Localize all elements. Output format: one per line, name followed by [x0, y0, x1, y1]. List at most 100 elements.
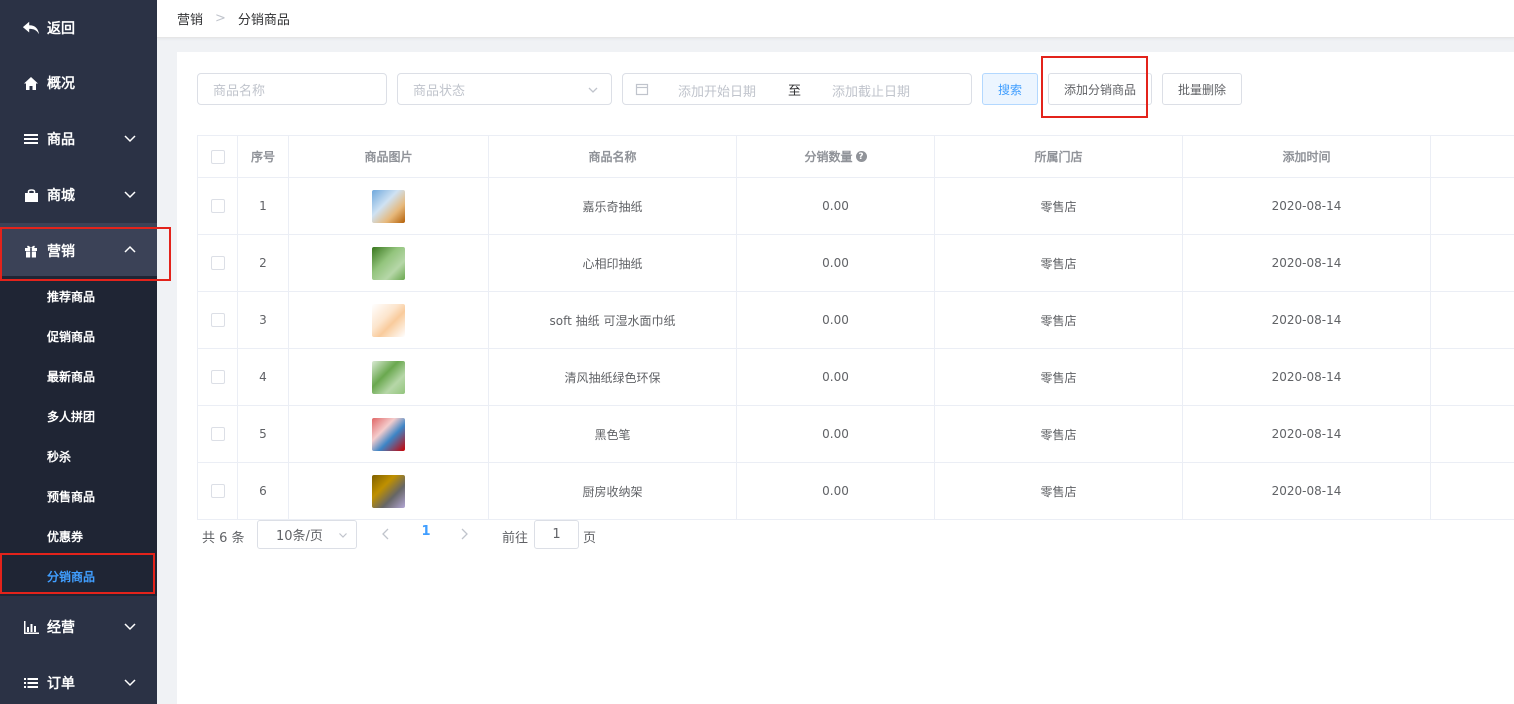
row-quantity: 0.00: [737, 178, 935, 234]
row-store: 零售店: [935, 463, 1183, 519]
header-image: 商品图片: [289, 136, 489, 177]
submenu-item-coupons[interactable]: 优惠券: [0, 516, 157, 556]
row-name: 心相印抽纸: [489, 235, 737, 291]
product-thumbnail[interactable]: [372, 303, 405, 337]
sidebar-item-products[interactable]: 商品: [0, 111, 157, 167]
row-name: 嘉乐奇抽纸: [489, 178, 737, 234]
end-date-placeholder: 添加截止日期: [832, 85, 911, 100]
submenu-item-promotion[interactable]: 促销商品: [0, 316, 157, 356]
sidebar-item-label: 营销: [47, 244, 75, 260]
row-select-cell: [198, 235, 238, 291]
sidebar-item-overview[interactable]: 概况: [0, 55, 157, 111]
table-row: 2 心相印抽纸 0.00 零售店 2020-08-14: [198, 235, 1514, 292]
home-icon: [22, 75, 40, 91]
search-button[interactable]: 搜索: [982, 73, 1038, 105]
row-store: 零售店: [935, 235, 1183, 291]
row-checkbox[interactable]: [210, 256, 225, 270]
add-distribution-product-button[interactable]: 添加分销商品: [1048, 73, 1152, 105]
submenu-item-presale[interactable]: 预售商品: [0, 476, 157, 516]
row-index: 3: [238, 292, 289, 348]
submenu-item-newest[interactable]: 最新商品: [0, 356, 157, 396]
help-icon[interactable]: ?: [855, 151, 867, 162]
submenu-label: 秒杀: [47, 449, 72, 464]
marketing-submenu: 推荐商品 促销商品 最新商品 多人拼团 秒杀 预售商品 优惠券 分销商品: [0, 276, 157, 596]
start-date-placeholder: 添加开始日期: [678, 85, 757, 100]
chevron-down-icon: [339, 533, 347, 538]
header-select-cell: [198, 136, 238, 177]
row-name: 清风抽纸绿色环保: [489, 349, 737, 405]
back-label: 返回: [47, 21, 75, 37]
submenu-item-group-buy[interactable]: 多人拼团: [0, 396, 157, 436]
select-all-checkbox[interactable]: [210, 149, 225, 164]
table-row: 6 厨房收纳架 0.00 零售店 2020-08-14: [198, 463, 1514, 520]
prev-page-icon[interactable]: [381, 527, 391, 541]
chevron-down-icon: [124, 135, 136, 143]
search-button-label: 搜索: [997, 82, 1022, 97]
goto-label: 前往: [502, 531, 529, 546]
header-extra: [1431, 136, 1514, 177]
row-quantity: 0.00: [737, 463, 935, 519]
product-thumbnail[interactable]: [372, 417, 405, 451]
submenu-item-recommended[interactable]: 推荐商品: [0, 276, 157, 316]
product-name-input[interactable]: 商品名称: [197, 73, 387, 105]
table-row: 5 黑色笔 0.00 零售店 2020-08-14: [198, 406, 1514, 463]
row-select-cell: [198, 292, 238, 348]
product-name-placeholder: 商品名称: [213, 83, 266, 99]
goto-page-value: 1: [552, 527, 561, 542]
header-quantity-cell: 分销数量 ?: [737, 136, 935, 177]
header-index: 序号: [238, 136, 289, 177]
product-status-select[interactable]: 商品状态: [397, 73, 612, 105]
row-index: 4: [238, 349, 289, 405]
row-date: 2020-08-14: [1183, 349, 1431, 405]
row-index: 2: [238, 235, 289, 291]
submenu-label: 分销商品: [47, 569, 96, 584]
row-checkbox[interactable]: [210, 370, 225, 384]
gift-icon: [22, 243, 40, 259]
row-select-cell: [198, 349, 238, 405]
header-store: 所属门店: [935, 136, 1183, 177]
list-icon: [22, 131, 40, 147]
breadcrumb-parent[interactable]: 营销: [177, 9, 203, 28]
row-checkbox[interactable]: [210, 199, 225, 213]
row-extra: [1431, 406, 1514, 462]
submenu-item-distribution[interactable]: 分销商品: [0, 556, 157, 596]
product-thumbnail[interactable]: [372, 189, 405, 223]
product-thumbnail[interactable]: [372, 360, 405, 394]
batch-delete-button[interactable]: 批量删除: [1162, 73, 1242, 105]
row-image-cell: [289, 406, 489, 462]
sidebar-item-marketing[interactable]: 营销: [0, 223, 157, 279]
product-thumbnail[interactable]: [372, 474, 405, 508]
row-index: 1: [238, 178, 289, 234]
chevron-up-icon: [124, 245, 136, 253]
sidebar-item-mall[interactable]: 商城: [0, 167, 157, 223]
page-size-select[interactable]: 10条/页: [257, 520, 357, 549]
back-arrow-icon: [22, 20, 40, 36]
row-extra: [1431, 349, 1514, 405]
sidebar-item-orders[interactable]: 订单: [0, 655, 157, 704]
row-checkbox[interactable]: [210, 427, 225, 441]
submenu-label: 促销商品: [47, 329, 96, 344]
page-unit-label: 页: [583, 531, 597, 546]
submenu-item-flash-sale[interactable]: 秒杀: [0, 436, 157, 476]
row-image-cell: [289, 178, 489, 234]
back-button[interactable]: 返回: [0, 0, 157, 56]
goto-page-input[interactable]: 1: [534, 520, 579, 549]
breadcrumb-separator-icon: >: [215, 11, 226, 26]
row-index: 5: [238, 406, 289, 462]
row-store: 零售店: [935, 292, 1183, 348]
row-image-cell: [289, 349, 489, 405]
date-range-picker[interactable]: 添加开始日期 至 添加截止日期: [622, 73, 972, 105]
sidebar-item-operations[interactable]: 经营: [0, 599, 157, 655]
add-button-label: 添加分销商品: [1063, 82, 1136, 97]
row-checkbox[interactable]: [210, 313, 225, 327]
row-image-cell: [289, 463, 489, 519]
row-checkbox[interactable]: [210, 484, 225, 498]
row-quantity: 0.00: [737, 406, 935, 462]
row-select-cell: [198, 178, 238, 234]
current-page-number[interactable]: 1: [418, 524, 434, 539]
product-thumbnail[interactable]: [372, 246, 405, 280]
row-date: 2020-08-14: [1183, 292, 1431, 348]
next-page-icon[interactable]: [459, 527, 469, 541]
breadcrumb: 营销 > 分销商品: [157, 0, 1514, 38]
chevron-down-icon: [124, 623, 136, 631]
